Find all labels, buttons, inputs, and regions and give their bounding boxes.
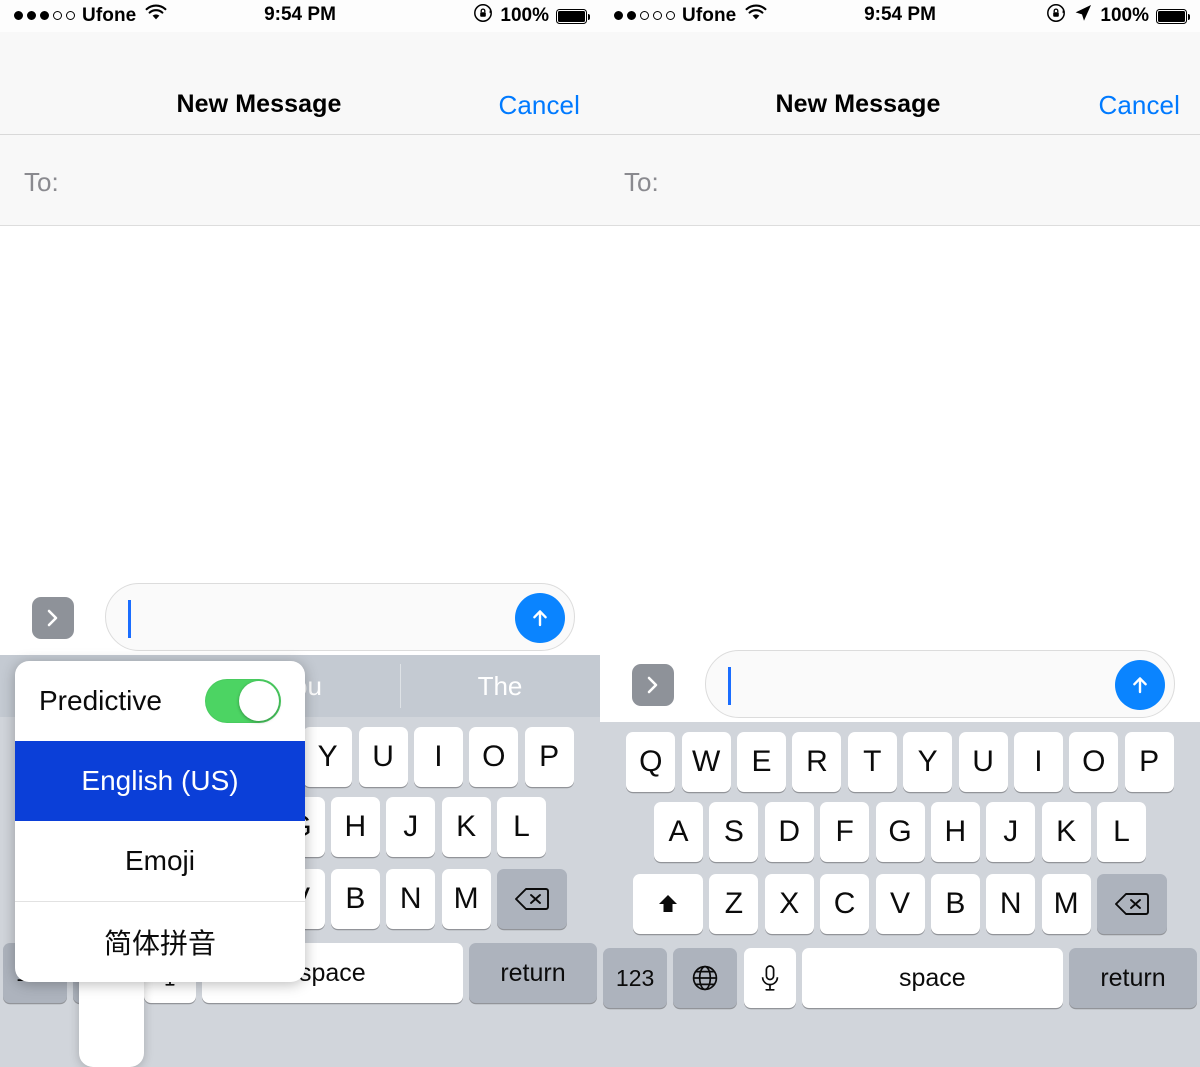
key-o[interactable]: O [1069, 732, 1119, 792]
return-key[interactable]: return [469, 943, 597, 1003]
return-key[interactable]: return [1069, 948, 1197, 1008]
key-a[interactable]: A [654, 802, 703, 862]
chevron-right-icon[interactable] [32, 597, 74, 639]
keyboard-row-2: A S D F G H J K L [600, 794, 1200, 866]
key-f[interactable]: F [820, 802, 870, 862]
space-key[interactable]: space [801, 948, 1063, 1008]
key-n[interactable]: N [986, 874, 1036, 934]
key-b[interactable]: B [330, 869, 380, 929]
message-input[interactable] [705, 650, 1175, 718]
globe-icon[interactable] [673, 948, 738, 1008]
panel-left: Ufone 9:54 PM 100% New Message Cancel To… [0, 0, 600, 1067]
key-y[interactable]: Y [303, 727, 353, 787]
message-body-area [600, 226, 1200, 642]
key-p[interactable]: P [524, 727, 574, 787]
key-l[interactable]: L [497, 797, 546, 857]
send-button[interactable] [515, 593, 565, 643]
status-bar-left: Ufone 9:54 PM 100% [0, 0, 600, 32]
key-w[interactable]: W [681, 732, 731, 792]
language-switcher-popup[interactable]: Predictive English (US) Emoji 简体拼音 [15, 661, 305, 982]
battery-percent: 100% [1100, 5, 1149, 26]
key-c[interactable]: C [820, 874, 870, 934]
panel-right: Ufone 9:54 PM 100% New Message Cancel To… [600, 0, 1200, 1067]
battery-percent: 100% [500, 5, 549, 26]
key-m[interactable]: M [1041, 874, 1091, 934]
cancel-button[interactable]: Cancel [498, 90, 580, 121]
keyboard-row-3: Z X C V B N M [600, 866, 1200, 938]
rotation-lock-icon [473, 3, 493, 29]
cancel-button[interactable]: Cancel [1098, 90, 1180, 121]
key-t[interactable]: T [847, 732, 897, 792]
language-option-pinyin[interactable]: 简体拼音 [15, 902, 305, 982]
key-v[interactable]: V [875, 874, 925, 934]
predictive-toggle-row[interactable]: Predictive [15, 661, 305, 741]
key-n[interactable]: N [386, 869, 436, 929]
key-p[interactable]: P [1124, 732, 1174, 792]
key-l[interactable]: L [1097, 802, 1146, 862]
compose-bar-left [0, 575, 600, 665]
screenshot-root: Ufone 9:54 PM 100% New Message Cancel To… [0, 0, 1200, 1067]
key-b[interactable]: B [930, 874, 980, 934]
key-j[interactable]: J [986, 802, 1036, 862]
text-caret [128, 600, 131, 638]
to-field-row[interactable]: To: [600, 135, 1200, 226]
key-g[interactable]: G [875, 802, 925, 862]
key-k[interactable]: K [1041, 802, 1091, 862]
battery-full-icon [556, 8, 590, 24]
key-h[interactable]: H [930, 802, 980, 862]
nav-bar-left: New Message Cancel [0, 32, 600, 135]
language-option-emoji[interactable]: Emoji [15, 821, 305, 901]
keyboard-row-4: 123 [600, 938, 1200, 1010]
key-i[interactable]: I [413, 727, 463, 787]
key-o[interactable]: O [469, 727, 519, 787]
key-i[interactable]: I [1013, 732, 1063, 792]
predictive-toggle[interactable] [205, 679, 281, 723]
key-m[interactable]: M [441, 869, 491, 929]
key-u[interactable]: U [958, 732, 1008, 792]
key-d[interactable]: D [764, 802, 814, 862]
status-bar-right: Ufone 9:54 PM 100% [600, 0, 1200, 32]
language-option-english[interactable]: English (US) [15, 741, 305, 821]
keyboard-row-1: Q W E R T Y U I O P [600, 722, 1200, 794]
predictive-label: Predictive [39, 685, 162, 716]
toggle-knob [239, 681, 279, 721]
compose-bar-right [600, 642, 1200, 732]
key-q[interactable]: Q [626, 732, 676, 792]
numeric-key[interactable]: 123 [603, 948, 668, 1008]
message-body-area [0, 226, 600, 575]
predictive-suggestion[interactable]: The [400, 655, 600, 717]
key-x[interactable]: X [764, 874, 814, 934]
status-bar-right-group: 100% [1046, 3, 1190, 29]
text-caret [728, 667, 731, 705]
nav-bar-right: New Message Cancel [600, 32, 1200, 135]
keyboard-keys-right: Q W E R T Y U I O P A S D F G H J K L Z … [600, 722, 1200, 1010]
key-k[interactable]: K [441, 797, 491, 857]
status-bar-right-group: 100% [473, 3, 590, 29]
rotation-lock-icon [1046, 3, 1066, 29]
key-h[interactable]: H [330, 797, 380, 857]
key-e[interactable]: E [737, 732, 787, 792]
to-field-label: To: [24, 167, 59, 197]
message-input[interactable] [105, 583, 575, 651]
key-y[interactable]: Y [903, 732, 953, 792]
key-j[interactable]: J [386, 797, 436, 857]
send-button[interactable] [1115, 660, 1165, 710]
to-field-label: To: [624, 167, 659, 197]
chevron-right-icon[interactable] [632, 664, 674, 706]
to-field-row[interactable]: To: [0, 135, 600, 226]
microphone-icon[interactable] [743, 948, 796, 1008]
location-arrow-icon [1073, 3, 1093, 29]
key-s[interactable]: S [709, 802, 759, 862]
key-u[interactable]: U [358, 727, 408, 787]
backspace-icon[interactable] [1097, 874, 1167, 934]
shift-up-icon[interactable] [633, 874, 703, 934]
keyboard-right: Q W E R T Y U I O P A S D F G H J K L Z … [600, 722, 1200, 1067]
key-z[interactable]: Z [709, 874, 759, 934]
backspace-icon[interactable] [497, 869, 567, 929]
battery-full-icon [1156, 8, 1190, 24]
key-r[interactable]: R [792, 732, 842, 792]
